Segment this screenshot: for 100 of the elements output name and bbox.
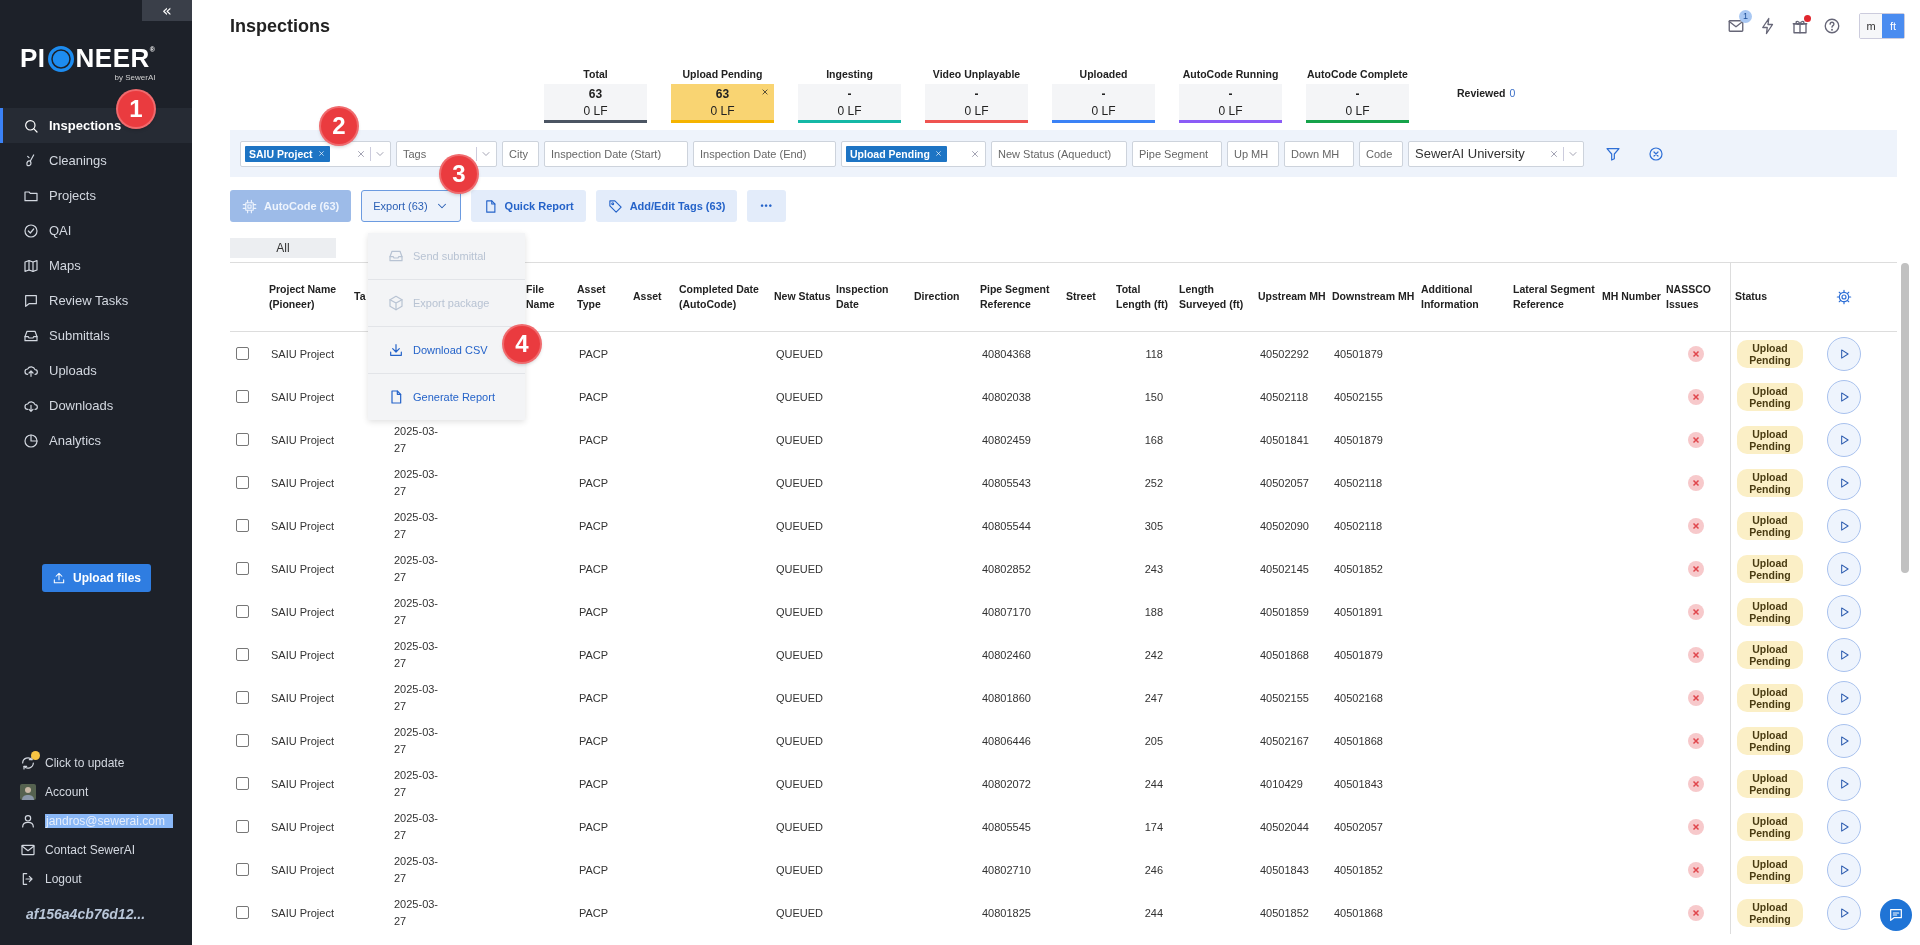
table-cell: SAIU Project [271,605,334,618]
table-cell: 40501843 [1334,777,1383,790]
table-cell: 150 [1144,390,1163,403]
table-cell: 40502118 [1334,476,1383,489]
table-cell: SAIU Project [271,519,334,532]
table-cell: PACP [579,476,609,489]
table-cell: SAIU Project [271,476,334,489]
table-cell: 40501868 [1334,734,1383,747]
status-count: 63 [715,86,730,101]
status-label: AutoCode Complete [1306,68,1409,80]
status-badge: Upload Pending [1737,898,1803,927]
step-tooltip: 4 [504,326,540,362]
table-cell-text: 2025-03-27 [394,595,440,628]
table-cell: 243 [1144,562,1163,575]
status-count: - [1355,86,1360,101]
status-label: AutoCode Running [1181,68,1280,80]
table-cell: QUEUED [776,390,824,403]
status-badge: Upload Pending [1737,468,1803,497]
table-cell: PACP [579,691,609,704]
table-cell: 40501879 [1334,648,1383,661]
table-cell: 40802460 [982,648,1031,661]
status-badge: Upload Pending [1737,855,1803,884]
table-cell: PACP [579,605,609,618]
table-cell: PACP [579,519,609,532]
table-cell: QUEUED [776,863,824,876]
table-cell-text: 2025-03-27 [394,681,440,714]
table-cell: 40502118 [1334,519,1383,532]
table-cell: 40802072 [982,777,1031,790]
table-cell-text: 2025-03-27 [394,810,440,843]
table-cell: 246 [1144,863,1163,876]
table-cell-text: 2025-03-27 [394,724,440,757]
status-length: 0 LF [1091,103,1116,118]
reviewed-count: 0 [1509,87,1516,99]
status-length: 0 LF [1345,103,1370,118]
table-cell: 40502145 [1260,562,1309,575]
table-cell: SAIU Project [271,347,334,360]
select-placeholder: Tags [402,147,427,160]
status-badge: Upload Pending [1737,640,1803,669]
table-cell: 118 [1145,347,1163,360]
table-cell: QUEUED [776,691,824,704]
table-cell: 40502292 [1260,347,1309,360]
status-label: Uploaded [1078,68,1129,80]
status-badge: Upload Pending [1737,812,1803,841]
table-cell: 40502057 [1334,820,1383,833]
table-cell: 40801860 [982,691,1031,704]
table-cell: 244 [1144,777,1163,790]
table-cell: PACP [579,906,609,919]
status-label: Upload Pending [681,68,764,80]
table-cell: 40501868 [1334,906,1383,919]
table-cell-text: 2025-03-27 [394,466,440,499]
table-cell: 40502167 [1260,734,1309,747]
table-cell: 40805544 [982,519,1031,532]
table-cell: QUEUED [776,906,824,919]
reviewed-label: Reviewed [1457,87,1506,99]
table-cell: 40502155 [1260,691,1309,704]
table-cell: QUEUED [776,605,824,618]
table-cell: SAIU Project [271,734,334,747]
table-cell: 4010429 [1260,777,1303,790]
status-badge: Upload Pending [1737,425,1803,454]
table-cell-text: 2025-03-27 [394,896,440,929]
table-cell: SAIU Project [271,820,334,833]
status-count: 63 [588,86,603,101]
table-cell: QUEUED [776,562,824,575]
table-cell: QUEUED [776,519,824,532]
status-badge: Upload Pending [1737,339,1803,368]
table-cell-text: 2025-03-27 [394,638,440,671]
table-cell: 40501843 [1260,863,1309,876]
page-title: Inspections [230,15,331,37]
step-tooltip: 3 [441,156,477,192]
status-badge: Upload Pending [1737,597,1803,626]
table-cell: 40501891 [1334,605,1383,618]
table-cell: 40501841 [1260,433,1309,446]
table-cell-text: 2025-03-27 [394,552,440,585]
table-cell: QUEUED [776,648,824,661]
table-cell-text: 2025-03-27 [394,509,440,542]
table-cell: 40501859 [1260,605,1309,618]
table-cell: PACP [579,433,609,446]
table-cell: PACP [579,347,609,360]
table-cell: 244 [1144,906,1163,919]
table-cell: 40801825 [982,906,1031,919]
table-cell: 247 [1144,691,1163,704]
table-cell: PACP [579,820,609,833]
table-cell: 174 [1144,820,1163,833]
status-count: - [1101,86,1106,101]
table-cell: 242 [1144,648,1163,661]
step-tooltip: 2 [321,108,357,144]
notification-badge: 1 [1739,10,1752,23]
status-count: - [847,86,852,101]
table-cell: 252 [1144,476,1163,489]
table-cell: QUEUED [776,820,824,833]
table-cell: SAIU Project [271,777,334,790]
status-length: 0 LF [837,103,862,118]
table-cell: 305 [1144,519,1163,532]
status-badge: Upload Pending [1737,683,1803,712]
table-cell: 40805543 [982,476,1031,489]
table-cell: 40501852 [1334,863,1383,876]
table-cell: QUEUED [776,347,824,360]
table-cell: 40502090 [1260,519,1309,532]
table-cell: 40502057 [1260,476,1309,489]
table-cell: SAIU Project [271,390,334,403]
